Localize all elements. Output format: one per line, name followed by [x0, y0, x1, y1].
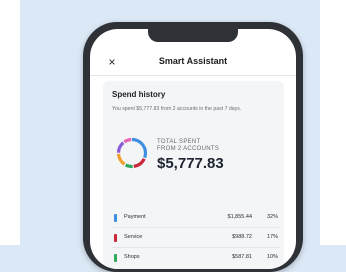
background-left	[0, 0, 20, 245]
category-color-bar	[114, 214, 117, 222]
background-right	[320, 0, 346, 245]
page-title: Smart Assistant	[158, 56, 228, 66]
spend-history-description: You spent $5,777.83 from 2 accounts in t…	[112, 106, 242, 112]
total-spent-label: TOTAL SPENT FROM 2 ACCOUNTS	[157, 139, 277, 153]
top-bar: × Smart Assistant	[90, 53, 296, 73]
category-color-bar	[114, 254, 117, 262]
total-spent-label-line2: FROM 2 ACCOUNTS	[157, 146, 220, 152]
phone-screen: × Smart Assistant Spend history You spen…	[90, 29, 296, 269]
header-divider	[90, 75, 296, 76]
phone-notch	[148, 29, 238, 42]
category-percent: 10%	[266, 254, 278, 260]
category-name: Shops	[124, 254, 140, 260]
row-divider	[112, 247, 280, 248]
category-amount: $1,855.44	[227, 214, 252, 220]
category-row[interactable]: Shops $587.81 10%	[112, 253, 280, 265]
category-name: Service	[124, 234, 143, 240]
phone-frame: × Smart Assistant Spend history You spen…	[83, 22, 303, 272]
category-percent: 17%	[266, 234, 278, 240]
spend-history-title: Spend history	[112, 90, 166, 99]
category-amount: $587.81	[232, 254, 252, 260]
total-spent-value: $5,777.83	[157, 155, 224, 172]
row-divider	[112, 227, 280, 228]
category-amount: $988.72	[232, 234, 252, 240]
spend-donut-chart	[116, 137, 148, 169]
category-percent: 32%	[266, 214, 278, 220]
category-name: Payment	[124, 214, 146, 220]
category-row[interactable]: Service $988.72 17%	[112, 233, 280, 245]
category-color-bar	[114, 234, 117, 242]
total-spent-label-line1: TOTAL SPENT	[157, 139, 201, 145]
category-row[interactable]: Payment $1,855.44 32%	[112, 213, 280, 225]
